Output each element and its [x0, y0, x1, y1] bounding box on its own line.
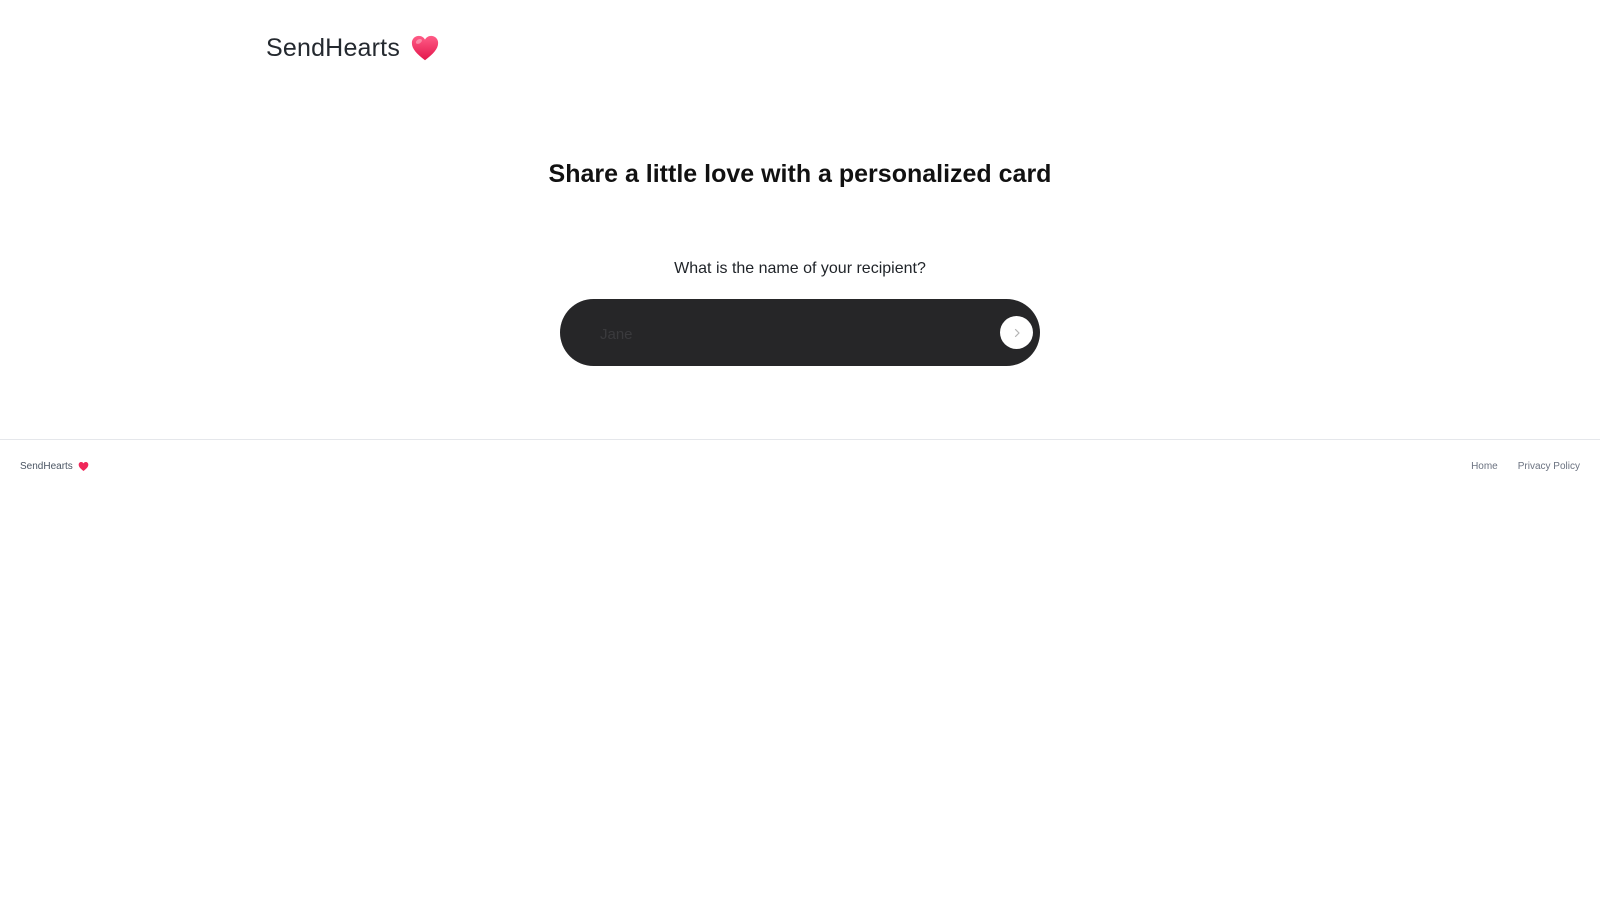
heart-icon: [78, 461, 89, 472]
footer-nav: Home Privacy Policy: [1471, 461, 1580, 472]
chevron-right-icon: [1011, 327, 1023, 339]
page-title: Share a little love with a personalized …: [548, 160, 1052, 188]
footer-brand: SendHearts: [20, 461, 89, 472]
recipient-input-container: [560, 299, 1040, 366]
brand-logo-link[interactable]: SendHearts: [266, 34, 400, 63]
recipient-question-label: What is the name of your recipient?: [674, 260, 926, 277]
recipient-name-input[interactable]: [598, 317, 972, 351]
page: SendHearts Share a little love with a pe…: [0, 0, 1600, 900]
next-button[interactable]: [1000, 316, 1033, 349]
footer-brand-label: SendHearts: [20, 461, 73, 472]
footer-link-privacy-policy[interactable]: Privacy Policy: [1518, 461, 1580, 472]
footer-link-home[interactable]: Home: [1471, 461, 1498, 472]
site-header: SendHearts: [266, 30, 440, 66]
heart-icon: [410, 33, 440, 63]
site-footer: SendHearts Home Privacy Policy: [0, 439, 1600, 495]
